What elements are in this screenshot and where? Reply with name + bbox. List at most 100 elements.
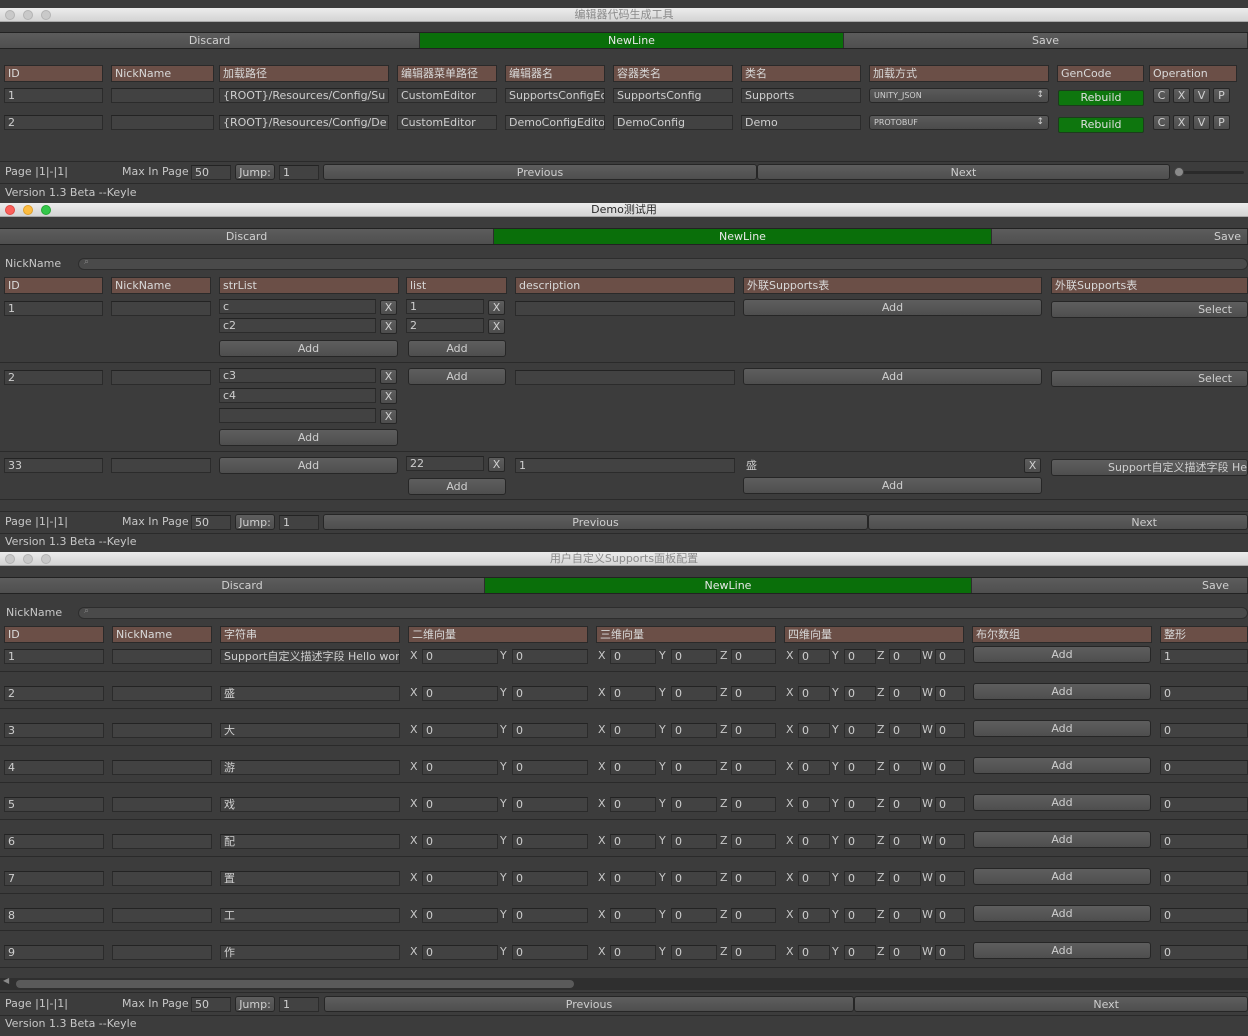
- minimize-icon[interactable]: [23, 205, 33, 215]
- bool-array-add-button[interactable]: Add: [973, 646, 1151, 663]
- operation-v-button[interactable]: V: [1193, 88, 1210, 103]
- bool-array-add-button[interactable]: Add: [973, 905, 1151, 922]
- editor-name-field[interactable]: SupportsConfigEc: [505, 88, 605, 103]
- column-header[interactable]: ID: [4, 626, 104, 643]
- strlist-item-field[interactable]: c4: [219, 388, 376, 403]
- list-item-field[interactable]: 1: [406, 299, 484, 314]
- newline-button[interactable]: NewLine: [420, 33, 844, 48]
- rebuild-button[interactable]: Rebuild: [1058, 117, 1144, 133]
- vector4-y-field[interactable]: 0: [844, 834, 876, 849]
- bool-array-add-button[interactable]: Add: [973, 683, 1151, 700]
- column-header[interactable]: 外联Supports表: [1051, 277, 1248, 294]
- vector4-y-field[interactable]: 0: [844, 649, 876, 664]
- vector3-x-field[interactable]: 0: [610, 686, 656, 701]
- newline-button[interactable]: NewLine: [494, 229, 992, 244]
- remove-item-button[interactable]: X: [380, 300, 397, 315]
- vector4-x-field[interactable]: 0: [798, 686, 830, 701]
- bool-array-add-button[interactable]: Add: [973, 942, 1151, 959]
- strlist-add-button[interactable]: Add: [219, 457, 398, 474]
- description-field[interactable]: 1: [515, 458, 735, 473]
- zoom-slider-knob[interactable]: [1174, 167, 1184, 177]
- vector2-x-field[interactable]: 0: [422, 686, 498, 701]
- discard-button[interactable]: Discard: [0, 229, 494, 244]
- nickname-field[interactable]: [112, 871, 212, 886]
- string-field[interactable]: 配: [220, 834, 400, 849]
- operation-x-button[interactable]: X: [1173, 115, 1190, 130]
- search-input[interactable]: ⌕: [78, 606, 1248, 619]
- close-icon[interactable]: [5, 205, 15, 215]
- jump-input[interactable]: 1: [279, 515, 319, 530]
- column-header[interactable]: 容器类名: [613, 65, 733, 82]
- vector4-w-field[interactable]: 0: [935, 834, 965, 849]
- operation-c-button[interactable]: C: [1153, 115, 1170, 130]
- menu-path-field[interactable]: CustomEditor: [397, 88, 497, 103]
- container-class-field[interactable]: SupportsConfig: [613, 88, 733, 103]
- integer-field[interactable]: 0: [1160, 871, 1248, 886]
- newline-button[interactable]: NewLine: [485, 578, 972, 593]
- nickname-field[interactable]: [112, 686, 212, 701]
- bool-array-add-button[interactable]: Add: [973, 720, 1151, 737]
- column-header[interactable]: 整形: [1160, 626, 1248, 643]
- remove-item-button[interactable]: X: [380, 319, 397, 334]
- remove-item-button[interactable]: X: [488, 319, 505, 334]
- max-in-page-input[interactable]: 50: [191, 515, 231, 530]
- column-header[interactable]: NickName: [111, 277, 211, 294]
- column-header[interactable]: NickName: [111, 65, 214, 82]
- strlist-item-field[interactable]: c3: [219, 368, 376, 383]
- horizontal-scroll-thumb[interactable]: [16, 980, 574, 988]
- bool-array-add-button[interactable]: Add: [973, 757, 1151, 774]
- vector2-x-field[interactable]: 0: [422, 834, 498, 849]
- operation-v-button[interactable]: V: [1193, 115, 1210, 130]
- vector4-z-field[interactable]: 0: [889, 945, 921, 960]
- jump-input[interactable]: 1: [279, 997, 319, 1012]
- vector4-y-field[interactable]: 0: [844, 797, 876, 812]
- vector3-y-field[interactable]: 0: [671, 723, 717, 738]
- operation-p-button[interactable]: P: [1213, 115, 1230, 130]
- save-button[interactable]: Save: [844, 33, 1248, 48]
- column-header[interactable]: 二维向量: [408, 626, 588, 643]
- vector2-y-field[interactable]: 0: [512, 945, 588, 960]
- vector3-z-field[interactable]: 0: [731, 871, 776, 886]
- vector4-x-field[interactable]: 0: [798, 797, 830, 812]
- vector3-y-field[interactable]: 0: [671, 871, 717, 886]
- id-field[interactable]: 1: [4, 649, 104, 664]
- vector4-x-field[interactable]: 0: [798, 871, 830, 886]
- load-path-field[interactable]: {ROOT}/Resources/Config/Su: [219, 88, 389, 103]
- column-header[interactable]: ID: [4, 65, 103, 82]
- column-header[interactable]: 布尔数组: [972, 626, 1152, 643]
- vector3-z-field[interactable]: 0: [731, 945, 776, 960]
- string-field[interactable]: 工: [220, 908, 400, 923]
- zoom-icon[interactable]: [41, 205, 51, 215]
- integer-field[interactable]: 1: [1160, 649, 1248, 664]
- nickname-field[interactable]: [111, 370, 211, 385]
- id-field[interactable]: 9: [4, 945, 104, 960]
- rebuild-button[interactable]: Rebuild: [1058, 90, 1144, 106]
- search-input[interactable]: ⌕: [78, 257, 1248, 270]
- vector3-y-field[interactable]: 0: [671, 686, 717, 701]
- vector3-z-field[interactable]: 0: [731, 649, 776, 664]
- vector2-y-field[interactable]: 0: [512, 834, 588, 849]
- strlist-item-field[interactable]: c2: [219, 318, 376, 333]
- vector3-x-field[interactable]: 0: [610, 649, 656, 664]
- vector4-w-field[interactable]: 0: [935, 908, 965, 923]
- integer-field[interactable]: 0: [1160, 945, 1248, 960]
- string-field[interactable]: 作: [220, 945, 400, 960]
- bool-array-add-button[interactable]: Add: [973, 794, 1151, 811]
- previous-button[interactable]: Previous: [324, 996, 854, 1012]
- nickname-field[interactable]: [112, 649, 212, 664]
- vector2-x-field[interactable]: 0: [422, 723, 498, 738]
- link-select-button[interactable]: Select: [1051, 370, 1248, 387]
- vector2-x-field[interactable]: 0: [422, 760, 498, 775]
- vector4-x-field[interactable]: 0: [798, 945, 830, 960]
- discard-button[interactable]: Discard: [0, 33, 420, 48]
- vector3-x-field[interactable]: 0: [610, 945, 656, 960]
- scroll-left-icon[interactable]: ◀: [3, 976, 9, 985]
- operation-x-button[interactable]: X: [1173, 88, 1190, 103]
- max-in-page-input[interactable]: 50: [191, 997, 231, 1012]
- string-field[interactable]: 大: [220, 723, 400, 738]
- save-button[interactable]: Save: [992, 229, 1248, 244]
- vector3-x-field[interactable]: 0: [610, 908, 656, 923]
- column-header[interactable]: 编辑器名: [505, 65, 605, 82]
- vector4-y-field[interactable]: 0: [844, 871, 876, 886]
- load-mode-dropdown[interactable]: UNITY_JSON: [869, 88, 1049, 103]
